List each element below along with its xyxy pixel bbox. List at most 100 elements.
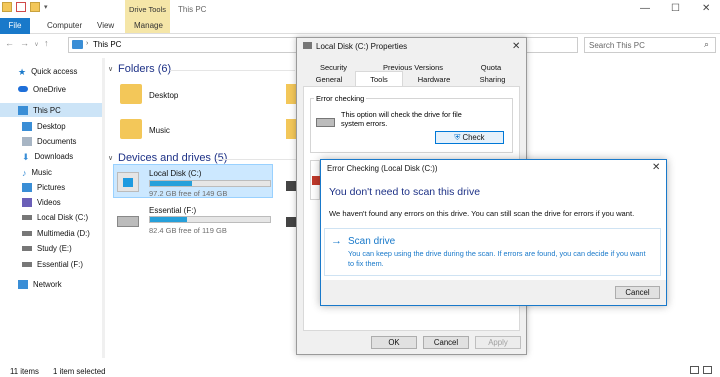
up-arrow-icon[interactable]: ↑ — [44, 38, 55, 48]
pictures-icon — [22, 182, 32, 192]
shield-icon: ⛨ — [454, 133, 461, 142]
drives-divider — [216, 159, 296, 160]
apply-button[interactable]: Apply — [475, 336, 521, 349]
tab-view[interactable]: View — [97, 18, 114, 34]
sidebar-item-multimedia-d[interactable]: Multimedia (D:) — [0, 226, 102, 240]
sidebar-item-network[interactable]: Network — [0, 277, 102, 291]
sidebar-item-onedrive[interactable]: OneDrive — [0, 82, 102, 96]
recent-chevron-icon[interactable]: v — [35, 42, 44, 48]
folder-icon — [286, 119, 296, 139]
status-selected-count: 1 item selected — [53, 367, 106, 376]
documents-icon — [22, 136, 32, 146]
sidebar-item-local-disk-c[interactable]: Local Disk (C:) — [0, 210, 102, 224]
back-arrow-icon[interactable]: ← — [5, 38, 20, 48]
drive-icon — [22, 245, 32, 251]
desktop-icon — [22, 121, 32, 131]
sidebar-item-desktop[interactable]: Desktop — [0, 119, 102, 133]
minimize-button[interactable]: — — [640, 3, 650, 14]
desktop-folder-icon — [120, 84, 142, 104]
quick-access-toolbar: ▾ — [2, 2, 48, 12]
properties-icon[interactable] — [16, 2, 26, 12]
drive-icon — [22, 230, 32, 236]
drive-c-label: Local Disk (C:) — [149, 169, 202, 178]
view-switcher — [690, 366, 712, 374]
download-icon: ⬇ — [22, 151, 30, 162]
folders-heading[interactable]: Folders (6) — [118, 63, 171, 75]
forward-arrow-icon[interactable]: → — [20, 38, 35, 48]
maximize-button[interactable]: ☐ — [671, 3, 680, 14]
drive-f-label[interactable]: Essential (F:) — [149, 206, 196, 215]
chevron-down-icon[interactable]: ∨ — [108, 65, 113, 73]
drive-icon — [316, 118, 335, 127]
tab-quota[interactable]: Quota — [462, 62, 520, 74]
chevron-down-icon[interactable]: ∨ — [108, 154, 113, 162]
music-icon: ♪ — [22, 167, 27, 178]
folders-divider — [170, 70, 295, 71]
breadcrumb-separator-icon: › — [86, 40, 89, 47]
navigation-pane: ★ Quick access OneDrive This PC Desktop D… — [0, 58, 102, 358]
chevron-down-icon[interactable]: ▾ — [44, 3, 48, 11]
videos-icon — [22, 197, 32, 207]
tab-hardware[interactable]: Hardware — [403, 74, 465, 86]
search-icon: ⌕ — [704, 39, 710, 49]
scan-drive-title[interactable]: Scan drive — [348, 236, 395, 247]
new-folder-icon[interactable] — [30, 2, 40, 12]
sidebar-scrollbar[interactable] — [102, 58, 105, 358]
error-cancel-button[interactable]: Cancel — [615, 286, 660, 299]
close-button[interactable]: ✕ — [702, 3, 710, 14]
network-icon — [18, 279, 28, 289]
sidebar-item-downloads[interactable]: ⬇ Downloads — [0, 149, 102, 163]
star-icon: ★ — [18, 66, 27, 77]
error-dialog-title: Error Checking (Local Disk (C:)) — [327, 164, 438, 173]
check-button[interactable]: ⛨ Check — [435, 131, 504, 144]
tab-sharing[interactable]: Sharing — [465, 74, 520, 86]
drive-c-free: 97.2 GB free of 149 GB — [149, 189, 228, 198]
tab-general[interactable]: General — [303, 74, 355, 86]
music-folder-icon — [120, 119, 142, 139]
tab-manage[interactable]: Manage — [134, 18, 163, 34]
sidebar-item-music[interactable]: ♪ Music — [0, 165, 102, 179]
error-dialog-close-icon[interactable]: ✕ — [652, 162, 660, 173]
ok-button[interactable]: OK — [371, 336, 417, 349]
tab-computer[interactable]: Computer — [47, 18, 82, 34]
error-checking-title: Error checking — [314, 94, 367, 103]
sidebar-item-this-pc[interactable]: This PC — [0, 103, 102, 117]
drive-icon — [117, 216, 139, 227]
sidebar-item-essential-f[interactable]: Essential (F:) — [0, 257, 102, 271]
sidebar-item-quick-access[interactable]: ★ Quick access — [0, 64, 102, 78]
drive-tools-label: Drive Tools — [129, 5, 166, 14]
folder-desktop-label[interactable]: Desktop — [149, 91, 178, 100]
folder-music-label[interactable]: Music — [149, 126, 170, 135]
large-icons-view-icon[interactable] — [703, 366, 712, 374]
window-title: This PC — [178, 5, 207, 14]
title-bar — [0, 0, 720, 18]
drive-c-usage-fill — [150, 181, 192, 186]
cloud-icon — [18, 86, 28, 92]
details-view-icon[interactable] — [690, 366, 699, 374]
sidebar-item-documents[interactable]: Documents — [0, 134, 102, 148]
sidebar-item-pictures[interactable]: Pictures — [0, 180, 102, 194]
address-bar-tail[interactable] — [526, 37, 578, 53]
drive-f-usage-bar — [149, 216, 271, 223]
computer-icon — [72, 40, 83, 49]
sidebar-item-videos[interactable]: Videos — [0, 195, 102, 209]
drive-icon — [22, 261, 32, 267]
status-bar: 11 items 1 item selected — [0, 364, 720, 377]
drives-heading[interactable]: Devices and drives (5) — [118, 152, 227, 164]
search-input[interactable]: Search This PC — [584, 37, 716, 53]
drive-c-usage-bar — [149, 180, 271, 187]
properties-title: Local Disk (C:) Properties — [316, 42, 408, 51]
cancel-button[interactable]: Cancel — [423, 336, 469, 349]
error-dialog-body: We haven't found any errors on this driv… — [329, 209, 635, 218]
properties-close-icon[interactable]: ✕ — [512, 41, 520, 52]
drive-f-free: 82.4 GB free of 119 GB — [149, 226, 227, 235]
folder-icon[interactable] — [2, 2, 12, 12]
computer-icon — [18, 105, 28, 115]
error-checking-description: This option will check the drive for fil… — [341, 110, 462, 128]
windows-drive-icon — [117, 172, 139, 192]
tab-file[interactable]: File — [0, 18, 30, 34]
status-item-count: 11 items — [10, 367, 39, 376]
tab-tools[interactable]: Tools — [355, 71, 403, 86]
drive-icon — [303, 42, 312, 49]
sidebar-item-study-e[interactable]: Study (E:) — [0, 241, 102, 255]
